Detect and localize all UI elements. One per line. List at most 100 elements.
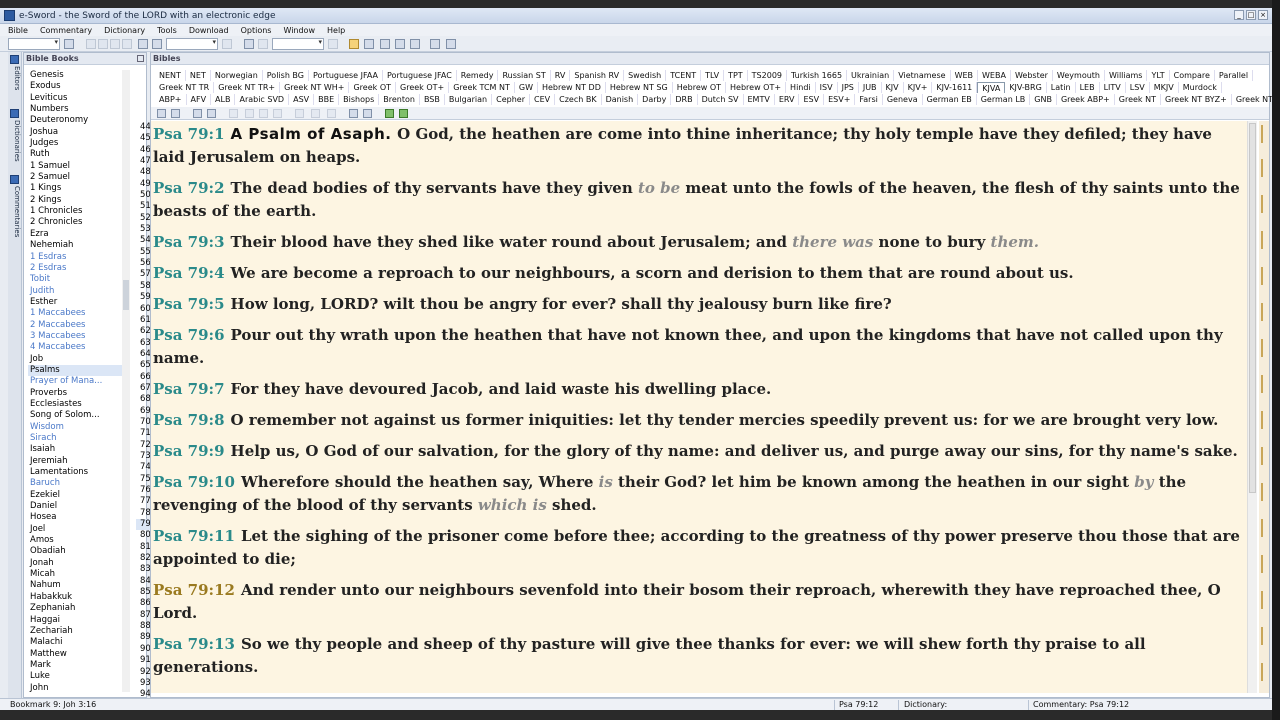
book-item[interactable]: Haggai bbox=[28, 615, 122, 626]
verse-reference[interactable]: Psa 79:1 bbox=[153, 125, 225, 143]
bible-tab[interactable]: TPT bbox=[724, 70, 748, 81]
verse[interactable]: Psa 79:11 Let the sighing of the prisoner… bbox=[153, 525, 1241, 571]
verse-reference[interactable]: Psa 79:5 bbox=[153, 295, 225, 313]
book-item[interactable]: Ecclesiastes bbox=[28, 399, 122, 410]
book-item[interactable]: Nehemiah bbox=[28, 240, 122, 251]
bible-tab[interactable]: AFV bbox=[187, 94, 212, 105]
bible-tab[interactable]: WEB bbox=[951, 70, 979, 81]
bible-tab[interactable]: ASV bbox=[289, 94, 315, 105]
book-item[interactable]: Jeremiah bbox=[28, 456, 122, 467]
book-item[interactable]: 2 Kings bbox=[28, 195, 122, 206]
minimize-icon[interactable]: _ bbox=[1234, 10, 1244, 20]
highlight-icon[interactable] bbox=[295, 109, 304, 118]
copy-verses-icon[interactable] bbox=[245, 109, 254, 118]
book-item[interactable]: Matthew bbox=[28, 649, 122, 660]
verse[interactable]: Psa 79:1 A Psalm of Asaph. O God, the hea… bbox=[153, 123, 1241, 169]
menu-bible[interactable]: Bible bbox=[8, 26, 28, 35]
map-icon[interactable] bbox=[446, 39, 456, 49]
bible-tab[interactable]: TCENT bbox=[666, 70, 702, 81]
bible-tab[interactable]: Swedish bbox=[624, 70, 667, 81]
book-item[interactable]: Obadiah bbox=[28, 546, 122, 557]
bible-tab[interactable]: WEBA bbox=[978, 70, 1011, 81]
bible-tab[interactable]: Remedy bbox=[457, 70, 499, 81]
book-item[interactable]: 1 Samuel bbox=[28, 161, 122, 172]
bible-tab[interactable]: Compare bbox=[1170, 70, 1215, 81]
export-icon[interactable] bbox=[273, 109, 282, 118]
bible-tab[interactable]: Spanish RV bbox=[570, 70, 625, 81]
bible-tab[interactable]: Norwegian bbox=[211, 70, 263, 81]
book-item[interactable]: Genesis bbox=[28, 70, 122, 81]
bible-tab[interactable]: Turkish 1665 bbox=[787, 70, 848, 81]
verse-text-area[interactable]: Psa 79:1 A Psalm of Asaph. O God, the hea… bbox=[151, 121, 1247, 693]
bible-tab[interactable]: Polish BG bbox=[263, 70, 309, 81]
book-item[interactable]: Malachi bbox=[28, 637, 122, 648]
bible-tab[interactable]: GW bbox=[515, 82, 538, 93]
book-item[interactable]: Ezra bbox=[28, 229, 122, 240]
book-item[interactable]: Numbers bbox=[28, 104, 122, 115]
bible-tab[interactable]: ESV+ bbox=[824, 94, 856, 105]
back-icon[interactable] bbox=[86, 39, 96, 49]
bible-tab[interactable]: KJVA bbox=[977, 82, 1006, 93]
book-item[interactable]: Hosea bbox=[28, 512, 122, 523]
bible-tab[interactable]: TS2009 bbox=[748, 70, 787, 81]
book-item[interactable]: Ezekiel bbox=[28, 490, 122, 501]
menu-download[interactable]: Download bbox=[189, 26, 229, 35]
search-go-icon[interactable] bbox=[222, 39, 232, 49]
verse-reference[interactable]: Psa 79:9 bbox=[153, 442, 225, 460]
book-item[interactable]: Proverbs bbox=[28, 388, 122, 399]
bible-tab[interactable]: Arabic SVD bbox=[235, 94, 290, 105]
book-item[interactable]: Job bbox=[28, 354, 122, 365]
book-item[interactable]: 1 Chronicles bbox=[28, 206, 122, 217]
bible-tab[interactable]: Darby bbox=[638, 94, 672, 105]
bible-tab[interactable]: YLT bbox=[1147, 70, 1170, 81]
bible-tab[interactable]: LSV bbox=[1126, 82, 1150, 93]
layout-3-icon[interactable] bbox=[380, 39, 390, 49]
search-icon[interactable] bbox=[138, 39, 148, 49]
bible-tab[interactable]: ISV bbox=[816, 82, 838, 93]
verse-reference[interactable]: Psa 79:13 bbox=[153, 635, 235, 653]
scroll-thumb[interactable] bbox=[1249, 123, 1256, 493]
book-item[interactable]: 2 Esdras bbox=[28, 263, 122, 274]
copy-icon[interactable] bbox=[229, 109, 238, 118]
bible-tab[interactable]: LITV bbox=[1100, 82, 1126, 93]
bible-tab[interactable]: TLV bbox=[701, 70, 725, 81]
layout-1-icon[interactable] bbox=[349, 39, 359, 49]
book-item[interactable]: Esther bbox=[28, 297, 122, 308]
book-item[interactable]: Jonah bbox=[28, 558, 122, 569]
bible-tab[interactable]: Greek NT BYZ+ bbox=[1161, 94, 1232, 105]
highlight-mode-icon[interactable] bbox=[311, 109, 320, 118]
book-item[interactable]: Exodus bbox=[28, 81, 122, 92]
book-item[interactable]: 1 Esdras bbox=[28, 252, 122, 263]
bible-tab[interactable]: Hebrew NT SG bbox=[606, 82, 673, 93]
bible-tab[interactable]: Weymouth bbox=[1053, 70, 1105, 81]
bible-tab[interactable]: NENT bbox=[155, 70, 186, 81]
zoom-icon[interactable] bbox=[349, 109, 358, 118]
book-item[interactable]: Prayer of Mana... bbox=[28, 376, 122, 387]
bible-tab[interactable]: Russian ST bbox=[498, 70, 551, 81]
book-list-scrollbar[interactable] bbox=[122, 70, 130, 692]
verse[interactable]: Psa 79:13 So we thy people and sheep of t… bbox=[153, 633, 1241, 679]
commentaries-tab[interactable]: Commentaries bbox=[9, 174, 21, 240]
verse[interactable]: Psa 79:5 How long, LORD? wilt thou be ang… bbox=[153, 293, 1241, 316]
book-item[interactable]: Amos bbox=[28, 535, 122, 546]
bible-tab[interactable]: Parallel bbox=[1215, 70, 1254, 81]
book-item[interactable]: 2 Chronicles bbox=[28, 217, 122, 228]
book-item[interactable]: Judith bbox=[28, 286, 122, 297]
book-item[interactable]: 3 Maccabees bbox=[28, 331, 122, 342]
bible-tab[interactable]: Geneva bbox=[883, 94, 923, 105]
bible-tab[interactable]: BBE bbox=[314, 94, 340, 105]
image-icon[interactable] bbox=[430, 39, 440, 49]
bible-tab[interactable]: JUB bbox=[859, 82, 882, 93]
bible-tab[interactable]: Dutch SV bbox=[698, 94, 744, 105]
verse[interactable]: Psa 79:12 And render unto our neighbours … bbox=[153, 579, 1241, 625]
book-item[interactable]: Sirach bbox=[28, 433, 122, 444]
menu-commentary[interactable]: Commentary bbox=[40, 26, 92, 35]
bible-tab[interactable]: Greek NT WH+ bbox=[280, 82, 350, 93]
verse-reference[interactable]: Psa 79:11 bbox=[153, 527, 235, 545]
bible-tab[interactable]: Greek OT+ bbox=[396, 82, 450, 93]
lookup-icon[interactable] bbox=[328, 39, 338, 49]
verse-reference[interactable]: Psa 79:2 bbox=[153, 179, 225, 197]
bible-tab[interactable]: Williams bbox=[1105, 70, 1148, 81]
book-item[interactable]: Judges bbox=[28, 138, 122, 149]
book-item[interactable]: Song of Solom... bbox=[28, 410, 122, 421]
